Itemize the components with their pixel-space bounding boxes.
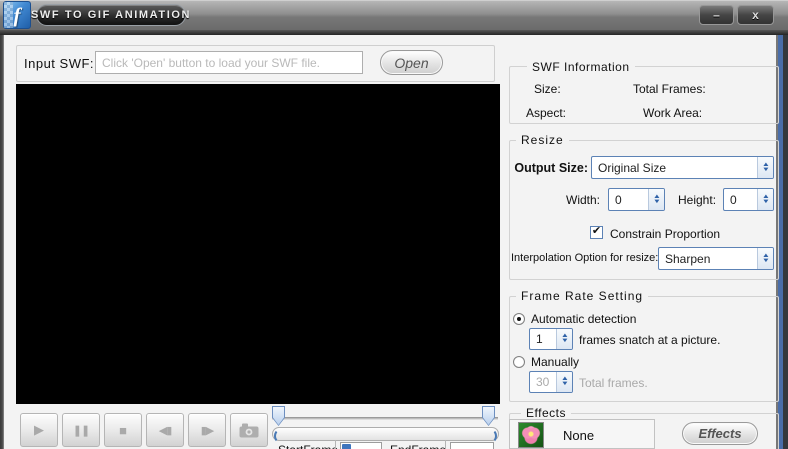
window-left-border bbox=[0, 35, 4, 449]
spinner-arrows-icon[interactable]: ▲ ▼ bbox=[757, 189, 773, 210]
spinner-arrows-icon[interactable]: ▲ ▼ bbox=[648, 189, 664, 210]
constrain-proportion-label: Constrain Proportion bbox=[610, 227, 721, 241]
output-size-select[interactable]: Original Size ▲ ▼ bbox=[591, 156, 774, 179]
output-size-label: Output Size: bbox=[514, 161, 588, 175]
minimize-button[interactable]: – bbox=[699, 5, 734, 25]
automatic-detection-label: Automatic detection bbox=[531, 312, 637, 326]
width-value: 0 bbox=[615, 192, 622, 207]
title-pill: SWF TO GIF ANIMATION bbox=[31, 4, 189, 26]
effect-current-value: None bbox=[563, 428, 595, 443]
playback-progress-bar[interactable] bbox=[272, 427, 499, 443]
aspect-label: Aspect: bbox=[526, 106, 567, 120]
start-frame-input[interactable] bbox=[340, 442, 382, 449]
minimize-icon: – bbox=[713, 8, 720, 22]
spin-down-icon: ▼ bbox=[652, 198, 661, 205]
manually-radio[interactable] bbox=[513, 356, 525, 368]
frame-rate-title: Frame Rate Setting bbox=[516, 289, 649, 303]
total-frames-stepper[interactable]: 30 ▲ ▼ bbox=[529, 371, 573, 393]
total-frames-suffix: Total frames. bbox=[579, 376, 648, 390]
automatic-detection-radio[interactable] bbox=[513, 313, 525, 325]
pause-button[interactable]: ❚❚ bbox=[62, 413, 100, 447]
window-title: SWF TO GIF ANIMATION bbox=[30, 9, 192, 21]
titlebar-separator bbox=[0, 30, 788, 35]
manually-label: Manually bbox=[531, 355, 580, 369]
spin-down-icon: ▼ bbox=[761, 257, 770, 264]
range-start-thumb[interactable] bbox=[272, 406, 285, 426]
stop-icon: ■ bbox=[119, 422, 127, 438]
width-stepper[interactable]: 0 ▲ ▼ bbox=[608, 188, 665, 211]
start-frame-spinner[interactable] bbox=[342, 444, 351, 449]
effects-button-label: Effects bbox=[698, 426, 742, 441]
separator bbox=[445, 440, 446, 449]
open-button-label: Open bbox=[394, 54, 429, 71]
effects-button[interactable]: Effects bbox=[682, 422, 758, 445]
separator bbox=[335, 440, 336, 449]
swf-path-input[interactable] bbox=[95, 51, 363, 74]
capture-button[interactable] bbox=[230, 413, 268, 447]
interpolation-value: Sharpen bbox=[665, 251, 711, 266]
width-label: Width: bbox=[566, 193, 601, 207]
height-label: Height: bbox=[678, 193, 717, 207]
range-end-thumb[interactable] bbox=[482, 406, 495, 426]
effect-thumbnail bbox=[518, 422, 544, 448]
dropdown-arrows-icon[interactable]: ▲ ▼ bbox=[757, 157, 773, 178]
interpolation-select[interactable]: Sharpen ▲ ▼ bbox=[658, 247, 774, 270]
step-back-icon: ◀▮ bbox=[158, 424, 172, 437]
stop-button[interactable]: ■ bbox=[104, 413, 142, 447]
start-frame-label: StartFrame bbox=[278, 443, 338, 449]
play-button[interactable]: ▶ bbox=[20, 413, 58, 447]
swf-preview-area[interactable] bbox=[16, 84, 500, 404]
transparency-checker bbox=[4, 2, 13, 28]
input-swf-label: Input SWF: bbox=[24, 56, 95, 71]
open-button[interactable]: Open bbox=[380, 50, 443, 75]
spinner-arrows-icon[interactable]: ▲ ▼ bbox=[556, 329, 572, 349]
frames-snatch-stepper[interactable]: 1 ▲ ▼ bbox=[529, 328, 573, 350]
end-frame-label: EndFrame bbox=[390, 443, 446, 449]
spin-down-icon: ▼ bbox=[761, 198, 770, 205]
spin-down-icon: ▼ bbox=[560, 381, 569, 387]
height-stepper[interactable]: 0 ▲ ▼ bbox=[723, 188, 774, 211]
app-window: f SWF TO GIF ANIMATION – x Input SWF: Op… bbox=[0, 0, 788, 449]
interpolation-label: Interpolation Option for resize: bbox=[511, 252, 659, 264]
frames-snatch-suffix: frames snatch at a picture. bbox=[579, 333, 721, 347]
total-frames-label: Total Frames: bbox=[633, 82, 706, 96]
end-frame-input[interactable] bbox=[450, 442, 494, 449]
spinner-arrows-icon[interactable]: ▲ ▼ bbox=[556, 372, 572, 392]
total-frames-value: 30 bbox=[536, 375, 550, 389]
size-label: Size: bbox=[534, 82, 561, 96]
step-forward-button[interactable]: ▮▶ bbox=[188, 413, 226, 447]
spin-down-icon: ▼ bbox=[560, 338, 569, 344]
step-forward-icon: ▮▶ bbox=[200, 424, 214, 437]
pause-icon: ❚❚ bbox=[72, 424, 90, 437]
flash-f-glyph: f bbox=[13, 2, 21, 27]
close-button[interactable]: x bbox=[737, 5, 774, 25]
effects-title: Effects bbox=[521, 406, 571, 420]
frame-range-track[interactable] bbox=[272, 417, 498, 420]
flash-app-icon: f bbox=[3, 1, 31, 29]
step-back-button[interactable]: ◀▮ bbox=[146, 413, 184, 447]
camera-icon bbox=[239, 423, 259, 437]
swf-information-title: SWF Information bbox=[527, 60, 635, 74]
resize-title: Resize bbox=[516, 133, 569, 147]
checkmark-icon: ✔ bbox=[591, 225, 602, 237]
spin-down-icon: ▼ bbox=[761, 166, 770, 173]
play-icon: ▶ bbox=[34, 422, 44, 437]
frames-snatch-value: 1 bbox=[536, 332, 543, 346]
constrain-proportion-checkbox[interactable]: ✔ bbox=[590, 226, 603, 239]
work-area-label: Work Area: bbox=[643, 106, 703, 120]
dropdown-arrows-icon[interactable]: ▲ ▼ bbox=[757, 248, 773, 269]
close-icon: x bbox=[752, 8, 759, 22]
output-size-value: Original Size bbox=[598, 160, 667, 175]
height-value: 0 bbox=[730, 192, 737, 207]
